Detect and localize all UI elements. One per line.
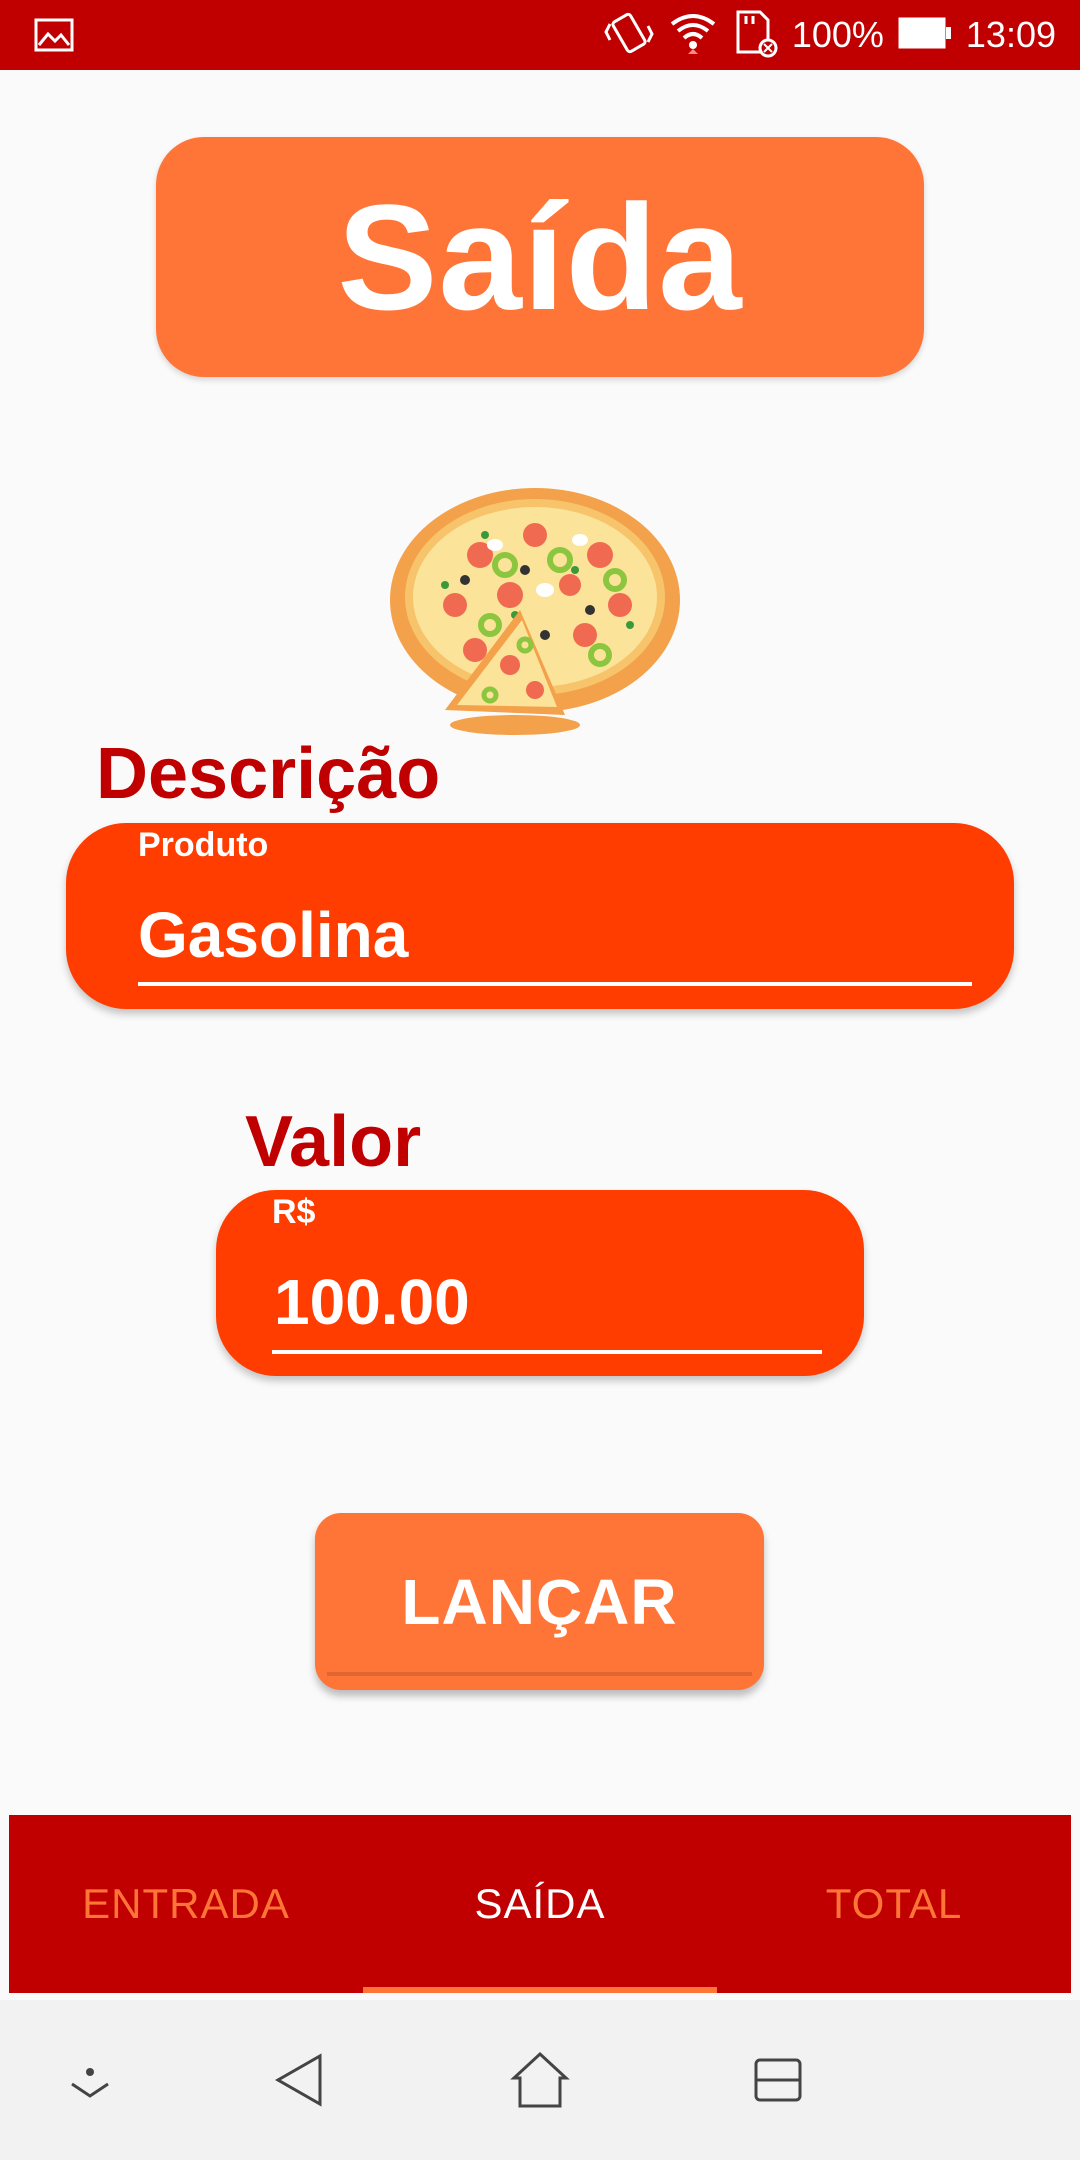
battery-percent: 100% [791,14,884,55]
amount-label: Valor [245,1102,422,1182]
screen: 100% 13:09 Saída Descrição Produto Gasol… [0,0,1080,2160]
active-tab-indicator [363,1987,717,1993]
description-label: Descrição [96,734,441,814]
wifi-icon [668,10,718,61]
description-hint: Produto [138,826,269,864]
home-icon[interactable] [510,2050,570,2115]
tab-total-label: TOTAL [825,1880,963,1927]
collapse-icon[interactable] [68,2050,112,2115]
back-icon[interactable] [272,2050,328,2115]
launch-button-label: LANÇAR [401,1565,678,1638]
status-icons: 100% 13:09 [604,0,1056,70]
tab-entrada-label: ENTRADA [82,1880,290,1927]
bottom-tab-bar: ENTRADA SAÍDA TOTAL [9,1815,1071,1993]
battery-icon [898,16,952,55]
gallery-icon [34,18,74,57]
clock: 13:09 [965,14,1056,55]
amount-underline [272,1350,822,1354]
button-shadow [327,1672,752,1676]
tab-total[interactable]: TOTAL [717,1815,1071,1993]
amount-hint: R$ [272,1193,316,1231]
system-nav-bar [0,2000,1080,2160]
launch-button[interactable]: LANÇAR [315,1513,764,1690]
pizza-image [385,485,685,740]
tab-saida-label: SAÍDA [474,1880,606,1927]
sd-card-icon [732,8,778,63]
tab-entrada[interactable]: ENTRADA [9,1815,363,1993]
description-underline [138,982,972,986]
page-title: Saída [337,172,743,341]
recents-icon[interactable] [752,2050,804,2115]
title-banner: Saída [156,137,924,377]
amount-field[interactable]: R$ 100.00 [216,1190,864,1376]
status-bar: 100% 13:09 [0,0,1080,70]
description-input[interactable]: Gasolina [138,898,408,972]
tab-saida[interactable]: SAÍDA [363,1815,717,1993]
vibrate-icon [604,10,654,61]
amount-input[interactable]: 100.00 [274,1265,470,1339]
description-field[interactable]: Produto Gasolina [66,823,1014,1009]
